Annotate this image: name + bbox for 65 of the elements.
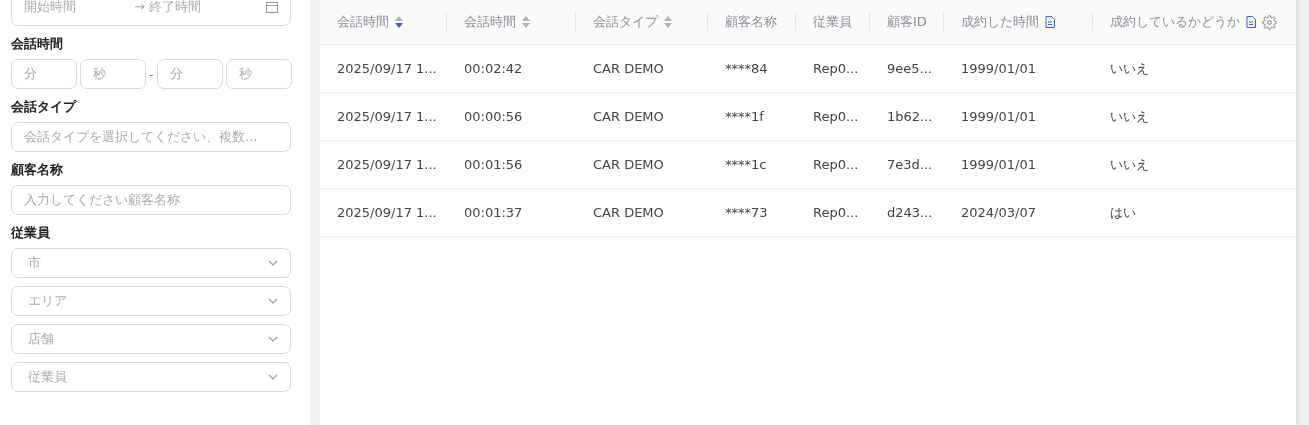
field-label: 顧客名称 [11, 161, 64, 179]
table-cell: いいえ [1110, 155, 1149, 174]
table-cell: ****1c [725, 157, 767, 172]
duration-field[interactable]: 分 [156, 59, 223, 89]
chevron-down-icon [268, 258, 278, 268]
column-header: 成約しているかどうか [1110, 13, 1240, 31]
table-cell: 1999/01/01 [961, 61, 1036, 76]
table-cell: Rep0... [813, 205, 859, 220]
table-cell: いいえ [1110, 107, 1149, 126]
table-cell: 1999/01/01 [961, 157, 1036, 172]
table-cell: ****73 [725, 205, 768, 220]
input-field[interactable]: 会話タイプを選択してください、複数... [11, 122, 291, 152]
table-cell: 9ee5... [887, 61, 932, 76]
table-cell: 00:02:42 [464, 61, 523, 76]
chevron-down-icon [268, 296, 278, 306]
input-field[interactable]: 入力してください顧客名称 [11, 185, 291, 215]
table-cell: はい [1110, 203, 1136, 222]
table-cell: 7e3d... [887, 157, 933, 172]
table-cell: 1b62... [887, 109, 933, 124]
settings-icon[interactable] [1262, 14, 1277, 30]
table-cell: CAR DEMO [593, 157, 664, 172]
column-header[interactable]: 会話時間 [337, 13, 389, 31]
column-header: 成約した時間 [961, 13, 1039, 31]
field-label: 従業員 [11, 224, 51, 242]
column-header: 従業員 [813, 13, 852, 31]
table-cell: 2025/09/17 1... [337, 61, 437, 76]
table-cell: 1999/01/01 [961, 109, 1036, 124]
sort-icon[interactable] [395, 16, 403, 28]
table-cell: ****84 [725, 61, 768, 76]
table-cell: Rep0... [813, 157, 859, 172]
select-field[interactable]: 店舗 [11, 324, 291, 354]
document-icon[interactable] [1246, 16, 1256, 28]
table-cell: 00:01:56 [464, 157, 523, 172]
select-field[interactable]: 従業員 [11, 362, 291, 392]
table-cell: いいえ [1110, 59, 1149, 78]
column-header[interactable]: 会話タイプ [593, 13, 658, 31]
table-cell: 2024/03/07 [961, 205, 1036, 220]
column-header[interactable]: 会話時間 [464, 13, 516, 31]
field-label: 会話時間 [11, 35, 64, 53]
duration-field[interactable]: 秒 [80, 59, 146, 89]
table-cell: CAR DEMO [593, 205, 664, 220]
field-label: 会話タイプ [11, 98, 78, 116]
table-cell: CAR DEMO [593, 61, 664, 76]
chevron-down-icon [268, 372, 278, 382]
duration-field[interactable]: 分 [11, 59, 77, 89]
table-cell: 2025/09/17 1... [337, 157, 437, 172]
select-field[interactable]: 市 [11, 248, 291, 278]
document-icon[interactable] [1045, 16, 1055, 28]
date-range-field[interactable]: 開始時間 → 終了時間 [11, 0, 291, 26]
table-cell: Rep0... [813, 109, 859, 124]
table-cell: ****1f [725, 109, 764, 124]
table-cell: 2025/09/17 1... [337, 109, 437, 124]
table-cell: 00:01:37 [464, 205, 523, 220]
table-cell: 2025/09/17 1... [337, 205, 437, 220]
table-cell: Rep0... [813, 61, 859, 76]
table-cell: d243... [887, 205, 933, 220]
duration-field[interactable]: 秒 [225, 59, 292, 89]
chevron-down-icon [268, 334, 278, 344]
column-header: 顧客名称 [725, 13, 777, 31]
table-cell: CAR DEMO [593, 109, 664, 124]
range-separator: - [149, 66, 154, 82]
column-header: 顧客ID [887, 13, 927, 31]
table-cell: 00:00:56 [464, 109, 523, 124]
calendar-icon [266, 1, 278, 13]
select-field[interactable]: エリア [11, 286, 291, 316]
